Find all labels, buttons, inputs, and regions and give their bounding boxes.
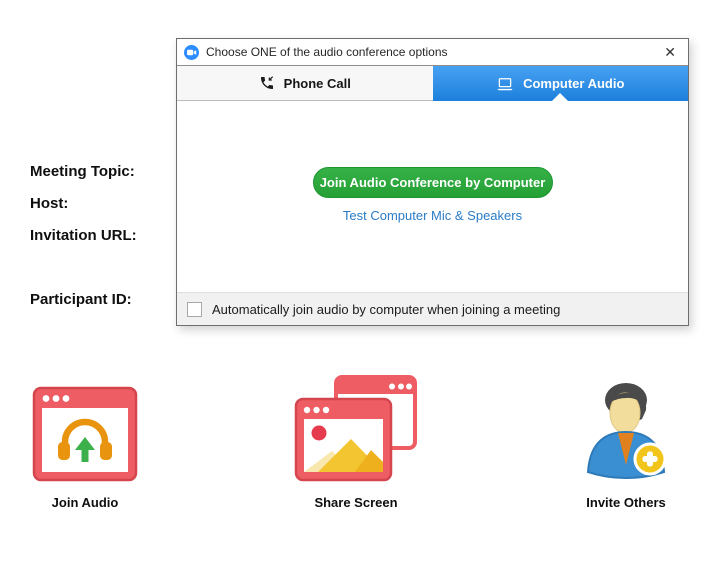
selected-tab-notch [552,93,568,101]
tab-computer-audio-label: Computer Audio [523,76,624,91]
join-audio-icon [32,386,138,482]
close-icon[interactable]: ✕ [659,45,681,59]
test-mic-speakers-link[interactable]: Test Computer Mic & Speakers [177,208,688,223]
tab-phone-call[interactable]: Phone Call [177,66,433,101]
share-screen-icon [294,375,419,482]
tab-computer-audio[interactable]: Computer Audio [433,66,689,101]
join-audio-conference-button[interactable]: Join Audio Conference by Computer [313,167,553,198]
join-audio-action[interactable]: Join Audio [10,372,160,510]
share-screen-action[interactable]: Share Screen [281,372,431,510]
invite-others-action[interactable]: Invite Others [551,372,701,510]
tab-phone-call-label: Phone Call [284,76,351,91]
computer-audio-panel: Join Audio Conference by Computer Test C… [177,101,688,293]
share-screen-action-label: Share Screen [314,495,397,510]
auto-join-checkbox[interactable] [187,302,202,317]
auto-join-bar: Automatically join audio by computer whe… [177,292,688,325]
participant-id-label: Participant ID: [30,291,132,308]
audio-tabbar: Phone Call Computer Audio [177,65,688,101]
invitation-url-label: Invitation URL: [30,227,137,244]
dialog-titlebar: Choose ONE of the audio conference optio… [177,39,688,65]
invite-others-action-label: Invite Others [586,495,665,510]
dialog-title: Choose ONE of the audio conference optio… [206,45,659,59]
host-label: Host: [30,195,68,212]
auto-join-label: Automatically join audio by computer whe… [212,302,560,317]
phone-call-icon [259,75,275,91]
meeting-topic-label: Meeting Topic: [30,163,135,180]
invite-others-icon [580,375,672,482]
join-audio-action-label: Join Audio [52,495,119,510]
zoom-camera-icon [184,45,199,60]
zoom-meeting-window: Meeting Topic: Host: Invitation URL: Par… [0,0,705,567]
laptop-icon [496,76,514,92]
audio-conference-dialog: Choose ONE of the audio conference optio… [176,38,689,326]
